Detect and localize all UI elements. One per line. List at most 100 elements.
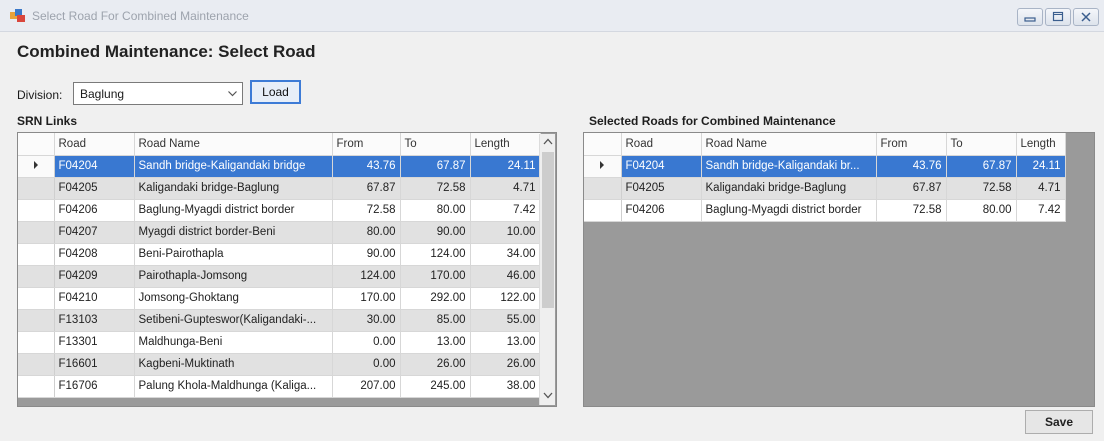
srn-table-row[interactable]: F04204 Sandh bridge-Kaligandaki bridge 43.… xyxy=(18,155,541,178)
selected-road-cell[interactable]: F04205 xyxy=(621,177,702,200)
srn-road-cell[interactable]: F13103 xyxy=(54,309,135,332)
srn-row-header[interactable] xyxy=(18,221,55,244)
load-button[interactable]: Load xyxy=(250,80,301,104)
selected-table-row[interactable]: F04204 Sandh bridge-Kaligandaki br... 43.7… xyxy=(584,155,1066,178)
srn-from-cell[interactable]: 30.00 xyxy=(332,309,401,332)
srn-road-cell[interactable]: F04207 xyxy=(54,221,135,244)
srn-from-cell[interactable]: 67.87 xyxy=(332,177,401,200)
srn-road-cell[interactable]: F04208 xyxy=(54,243,135,266)
srn-road-name-cell[interactable]: Pairothapla-Jomsong xyxy=(134,265,333,288)
srn-road-cell[interactable]: F16706 xyxy=(54,375,135,398)
srn-length-cell[interactable]: 55.00 xyxy=(470,309,541,332)
srn-table-row[interactable]: F04208 Beni-Pairothapla 90.00 124.00 34.00 xyxy=(18,243,541,266)
selected-to-cell[interactable]: 67.87 xyxy=(946,155,1017,178)
srn-length-cell[interactable]: 46.00 xyxy=(470,265,541,288)
srn-from-cell[interactable]: 80.00 xyxy=(332,221,401,244)
srn-from-cell[interactable]: 207.00 xyxy=(332,375,401,398)
selected-road-cell[interactable]: F04206 xyxy=(621,199,702,222)
selected-road-name-cell[interactable]: Baglung-Myagdi district border xyxy=(701,199,877,222)
srn-to-cell[interactable]: 85.00 xyxy=(400,309,471,332)
selected-from-cell[interactable]: 67.87 xyxy=(876,177,947,200)
srn-road-cell[interactable]: F13301 xyxy=(54,331,135,354)
close-button[interactable] xyxy=(1073,8,1099,26)
srn-row-header[interactable] xyxy=(18,177,55,200)
srn-to-cell[interactable]: 124.00 xyxy=(400,243,471,266)
scroll-down-icon[interactable] xyxy=(543,392,553,399)
srn-length-cell[interactable]: 122.00 xyxy=(470,287,541,310)
srn-to-cell[interactable]: 13.00 xyxy=(400,331,471,354)
srn-to-cell[interactable]: 292.00 xyxy=(400,287,471,310)
srn-road-cell[interactable]: F04204 xyxy=(54,155,135,178)
srn-road-cell[interactable]: F04210 xyxy=(54,287,135,310)
division-select[interactable]: Baglung xyxy=(73,82,243,105)
srn-road-cell[interactable]: F04209 xyxy=(54,265,135,288)
minimize-button[interactable] xyxy=(1017,8,1043,26)
srn-length-cell[interactable]: 24.11 xyxy=(470,155,541,178)
srn-to-cell[interactable]: 245.00 xyxy=(400,375,471,398)
srn-length-cell[interactable]: 34.00 xyxy=(470,243,541,266)
selected-col-from[interactable]: From xyxy=(876,133,947,156)
srn-row-header[interactable] xyxy=(18,243,55,266)
srn-length-cell[interactable]: 38.00 xyxy=(470,375,541,398)
srn-col-road[interactable]: Road xyxy=(54,133,135,156)
selected-length-cell[interactable]: 24.11 xyxy=(1016,155,1066,178)
srn-row-header[interactable] xyxy=(18,309,55,332)
srn-col-road-name[interactable]: Road Name xyxy=(134,133,333,156)
srn-row-header[interactable] xyxy=(18,265,55,288)
selected-roads-grid[interactable]: Road Road Name From To Length F04204 Sand… xyxy=(583,132,1095,407)
srn-row-header[interactable] xyxy=(18,287,55,310)
srn-table-row[interactable]: F16601 Kagbeni-Muktinath 0.00 26.00 26.00 xyxy=(18,353,541,376)
maximize-button[interactable] xyxy=(1045,8,1071,26)
srn-table-row[interactable]: F04209 Pairothapla-Jomsong 124.00 170.00 46.… xyxy=(18,265,541,288)
scroll-up-icon[interactable] xyxy=(543,138,553,145)
srn-from-cell[interactable]: 124.00 xyxy=(332,265,401,288)
srn-road-name-cell[interactable]: Sandh bridge-Kaligandaki bridge xyxy=(134,155,333,178)
srn-from-cell[interactable]: 90.00 xyxy=(332,243,401,266)
selected-length-cell[interactable]: 7.42 xyxy=(1016,199,1066,222)
selected-table-row[interactable]: F04205 Kaligandaki bridge-Baglung 67.87 72.… xyxy=(584,177,1066,200)
selected-to-cell[interactable]: 72.58 xyxy=(946,177,1017,200)
srn-table-row[interactable]: F04205 Kaligandaki bridge-Baglung 67.87 72.… xyxy=(18,177,541,200)
selected-from-cell[interactable]: 43.76 xyxy=(876,155,947,178)
srn-table-row[interactable]: F16706 Palung Khola-Maldhunga (Kaliga... 2… xyxy=(18,375,541,398)
selected-road-name-cell[interactable]: Sandh bridge-Kaligandaki br... xyxy=(701,155,877,178)
selected-row-header[interactable] xyxy=(584,199,622,222)
srn-to-cell[interactable]: 90.00 xyxy=(400,221,471,244)
srn-from-cell[interactable]: 0.00 xyxy=(332,331,401,354)
srn-to-cell[interactable]: 72.58 xyxy=(400,177,471,200)
srn-scroll-thumb[interactable] xyxy=(542,152,554,308)
selected-road-name-cell[interactable]: Kaligandaki bridge-Baglung xyxy=(701,177,877,200)
srn-row-header[interactable] xyxy=(18,331,55,354)
srn-from-cell[interactable]: 170.00 xyxy=(332,287,401,310)
selected-road-cell[interactable]: F04204 xyxy=(621,155,702,178)
selected-from-cell[interactable]: 72.58 xyxy=(876,199,947,222)
srn-road-cell[interactable]: F04205 xyxy=(54,177,135,200)
selected-table-row[interactable]: F04206 Baglung-Myagdi district border 72.5… xyxy=(584,199,1066,222)
srn-col-length[interactable]: Length xyxy=(470,133,541,156)
srn-table-row[interactable]: F04206 Baglung-Myagdi district border 72.5… xyxy=(18,199,541,222)
srn-from-cell[interactable]: 0.00 xyxy=(332,353,401,376)
srn-length-cell[interactable]: 7.42 xyxy=(470,199,541,222)
srn-row-header[interactable] xyxy=(18,199,55,222)
srn-road-name-cell[interactable]: Setibeni-Gupteswor(Kaligandaki-... xyxy=(134,309,333,332)
srn-length-cell[interactable]: 26.00 xyxy=(470,353,541,376)
srn-table-row[interactable]: F13301 Maldhunga-Beni 0.00 13.00 13.00 xyxy=(18,331,541,354)
srn-to-cell[interactable]: 170.00 xyxy=(400,265,471,288)
srn-from-cell[interactable]: 43.76 xyxy=(332,155,401,178)
srn-to-cell[interactable]: 26.00 xyxy=(400,353,471,376)
srn-row-header[interactable] xyxy=(18,353,55,376)
srn-length-cell[interactable]: 13.00 xyxy=(470,331,541,354)
srn-table-row[interactable]: F13103 Setibeni-Gupteswor(Kaligandaki-...… xyxy=(18,309,541,332)
srn-to-cell[interactable]: 67.87 xyxy=(400,155,471,178)
srn-from-cell[interactable]: 72.58 xyxy=(332,199,401,222)
selected-row-header[interactable] xyxy=(584,155,622,178)
srn-col-to[interactable]: To xyxy=(400,133,471,156)
srn-table-row[interactable]: F04207 Myagdi district border-Beni 80.00 90… xyxy=(18,221,541,244)
srn-road-name-cell[interactable]: Kagbeni-Muktinath xyxy=(134,353,333,376)
srn-road-name-cell[interactable]: Maldhunga-Beni xyxy=(134,331,333,354)
srn-road-name-cell[interactable]: Myagdi district border-Beni xyxy=(134,221,333,244)
srn-road-name-cell[interactable]: Beni-Pairothapla xyxy=(134,243,333,266)
selected-col-road-name[interactable]: Road Name xyxy=(701,133,877,156)
srn-to-cell[interactable]: 80.00 xyxy=(400,199,471,222)
srn-table-row[interactable]: F04210 Jomsong-Ghoktang 170.00 292.00 122.00 xyxy=(18,287,541,310)
